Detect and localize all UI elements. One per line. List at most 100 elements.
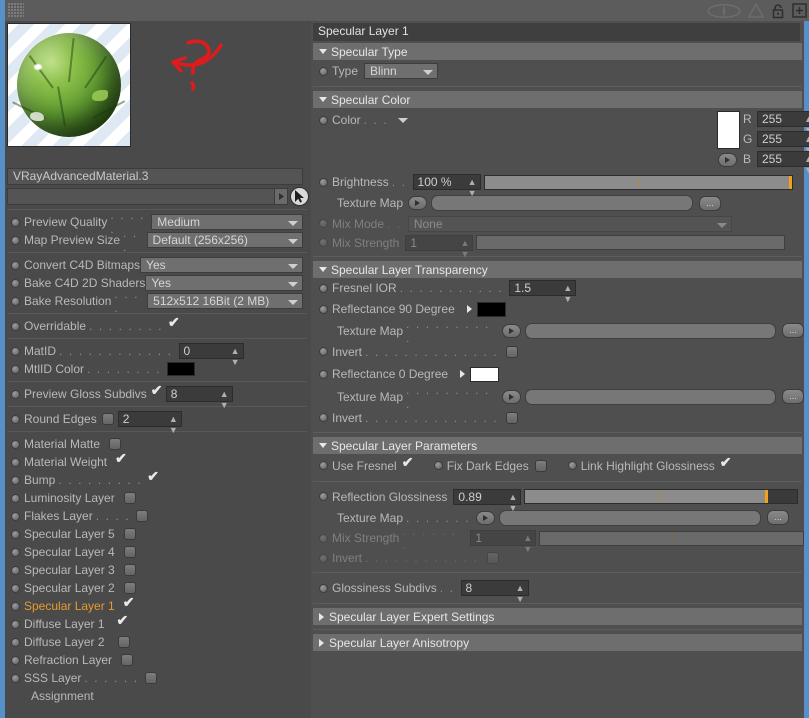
bake-c4d-2d-shaders-dropdown[interactable]: Yes [145, 275, 303, 291]
param-bullet-icon[interactable] [567, 461, 577, 470]
matid-number-input[interactable]: 0 ▲ ▼ [178, 343, 244, 367]
param-bullet-icon[interactable] [11, 217, 20, 227]
stepper-arrows-icon[interactable]: ▲ ▼ [516, 583, 525, 605]
layer-checkbox[interactable] [115, 451, 128, 468]
setting-row-bake-resolution[interactable]: Bake Resolution . . . . 512x512 16Bit (2… [5, 287, 309, 315]
row-fresnel-ior[interactable]: Fresnel IOR . . . . . . . . . . . 1.5 ▲ ▼ [311, 278, 804, 304]
setting-row-preview-gloss-subdivs[interactable]: Preview Gloss Subdivs 8 ▲▼ [5, 383, 309, 410]
section-header-expert-settings[interactable]: Specular Layer Expert Settings [313, 608, 802, 625]
setting-row-bake-c4d-2d-shaders[interactable]: Bake C4D 2D Shaders Yes [5, 274, 309, 292]
param-bullet-icon[interactable] [319, 413, 328, 422]
convert-c4d-bitmaps-dropdown[interactable]: Yes [140, 257, 303, 273]
layer-checkbox[interactable] [123, 528, 136, 540]
param-bullet-icon[interactable] [319, 115, 328, 125]
row-reflectance-0-texture[interactable]: Texture Map . . . . . . . . . . ... [311, 383, 804, 411]
param-bullet-icon[interactable] [11, 655, 20, 665]
layer-row-specular-layer-1[interactable]: Specular Layer 1 [5, 595, 309, 615]
texture-map-play-icon[interactable] [501, 389, 521, 404]
param-bullet-icon[interactable] [11, 389, 20, 399]
param-bullet-icon[interactable] [11, 235, 20, 245]
param-bullet-icon[interactable] [319, 283, 328, 293]
layer-checkbox[interactable] [136, 510, 149, 522]
material-name-field[interactable]: VRayAdvancedMaterial.3 [7, 168, 303, 185]
bake-resolution-dropdown[interactable]: 512x512 16Bit (2 MB) [147, 293, 303, 309]
channel-b-input[interactable]: 255 ▲ ▼ [757, 151, 809, 175]
layer-checkbox[interactable] [117, 613, 130, 630]
param-bullet-icon[interactable] [11, 414, 20, 424]
texture-map-play-icon[interactable] [408, 196, 428, 210]
param-bullet-icon[interactable] [11, 278, 20, 288]
layer-checkbox[interactable] [144, 672, 157, 684]
section-header-specular-parameters[interactable]: Specular Layer Parameters [313, 437, 802, 454]
cone-icon[interactable] [748, 3, 764, 18]
param-bullet-icon[interactable] [319, 583, 328, 593]
color-mode-toggle-icon[interactable] [718, 153, 737, 167]
stepper-arrows-icon[interactable]: ▲ ▼ [468, 177, 477, 199]
layer-checkbox[interactable] [123, 582, 136, 594]
preview-quality-dropdown[interactable]: Medium [151, 214, 303, 230]
reflection-glossiness-slider[interactable] [524, 489, 799, 504]
layer-row-luminosity-layer[interactable]: Luminosity Layer [5, 489, 309, 507]
param-bullet-icon[interactable] [11, 583, 20, 593]
setting-row-mtlid-color[interactable]: MtlID Color . . . . . . . . [5, 360, 309, 378]
brightness-input[interactable]: 100 % ▲ ▼ [412, 174, 481, 198]
setting-row-overridable[interactable]: Overridable . . . . . . . . [5, 315, 309, 335]
param-bullet-icon[interactable] [11, 475, 20, 485]
layer-checkbox[interactable] [123, 564, 136, 576]
stepper-arrows-icon[interactable]: ▲ ▼ [508, 492, 517, 514]
reflectance-90-invert-checkbox[interactable] [506, 345, 519, 358]
row-specular-type[interactable]: Type Blinn [311, 60, 804, 82]
param-bullet-icon[interactable] [11, 619, 20, 629]
texture-map-play-icon[interactable] [476, 510, 496, 525]
param-texture-map-browse-button[interactable]: ... [767, 510, 790, 525]
param-bullet-icon[interactable] [319, 369, 328, 379]
section-header-specular-color[interactable]: Specular Color [313, 91, 802, 108]
param-bullet-icon[interactable] [319, 66, 328, 76]
panel-grip-handle[interactable] [8, 3, 24, 17]
stepper-arrows-icon[interactable]: ▲ ▼ [563, 283, 572, 305]
param-bullet-icon[interactable] [11, 673, 20, 683]
layer-row-sss-layer[interactable]: SSS Layer . . . . . . [5, 669, 309, 687]
row-color-texture-map[interactable]: Texture Map ... [311, 192, 804, 214]
layer-row-refraction-layer[interactable]: Refraction Layer [5, 651, 309, 669]
section-header-specular-transparency[interactable]: Specular Layer Transparency [313, 261, 802, 278]
param-bullet-icon[interactable] [11, 346, 20, 356]
stepper-arrows-icon[interactable]: ▲ ▼ [804, 154, 809, 176]
param-bullet-icon[interactable] [11, 260, 20, 270]
reflectance-0-texture-field[interactable] [524, 388, 776, 405]
layer-row-specular-layer-2[interactable]: Specular Layer 2 [5, 579, 309, 597]
color-expand-chevron-icon[interactable] [398, 117, 409, 123]
texture-map-play-icon[interactable] [501, 323, 521, 338]
row-reflectance-90[interactable]: Reflectance 90 Degree [311, 298, 804, 320]
layer-checkbox[interactable] [123, 595, 136, 612]
layer-row-specular-layer-3[interactable]: Specular Layer 3 [5, 561, 309, 579]
param-bullet-icon[interactable] [319, 304, 328, 314]
preview-gloss-subdivs-checkbox[interactable] [151, 383, 164, 400]
channel-r-input[interactable]: 255 ▲ ▼ [757, 111, 809, 135]
specular-color-swatch[interactable] [717, 111, 740, 149]
param-bullet-icon[interactable] [11, 565, 20, 575]
stepper-arrows-icon[interactable]: ▲ ▼ [220, 389, 229, 411]
param-bullet-icon[interactable] [11, 457, 20, 467]
stepper-arrows-icon[interactable]: ▲ ▼ [231, 346, 240, 368]
link-arrow-icon[interactable] [275, 188, 289, 205]
param-bullet-icon[interactable] [319, 347, 328, 356]
param-bullet-icon[interactable] [11, 296, 20, 306]
layer-row-diffuse-layer-2[interactable]: Diffuse Layer 2 [5, 633, 309, 651]
reflection-glossiness-input[interactable]: 0.89 ▲ ▼ [453, 488, 522, 513]
round-edges-checkbox[interactable] [101, 413, 114, 425]
stepper-arrows-icon[interactable]: ▲ ▼ [169, 414, 178, 436]
row-reflectance-90-texture[interactable]: Texture Map . . . . . . . . . . ... [311, 317, 804, 345]
param-bullet-icon[interactable] [11, 364, 20, 374]
reflectance-0-swatch[interactable] [470, 366, 500, 382]
row-reflection-glossiness[interactable]: Reflection Glossiness 0.89 ▲ ▼ [311, 486, 804, 513]
row-param-texture-map[interactable]: Texture Map . . . . . . . ... [311, 507, 804, 528]
param-bullet-icon[interactable] [319, 492, 328, 501]
specular-type-dropdown[interactable]: Blinn [364, 63, 439, 79]
lock-icon[interactable] [771, 3, 785, 19]
slider-knob[interactable] [788, 175, 792, 189]
brightness-slider[interactable] [483, 174, 793, 190]
chevron-right-icon[interactable] [460, 370, 466, 378]
material-link-input[interactable] [7, 188, 276, 205]
param-bullet-icon[interactable] [11, 321, 20, 331]
